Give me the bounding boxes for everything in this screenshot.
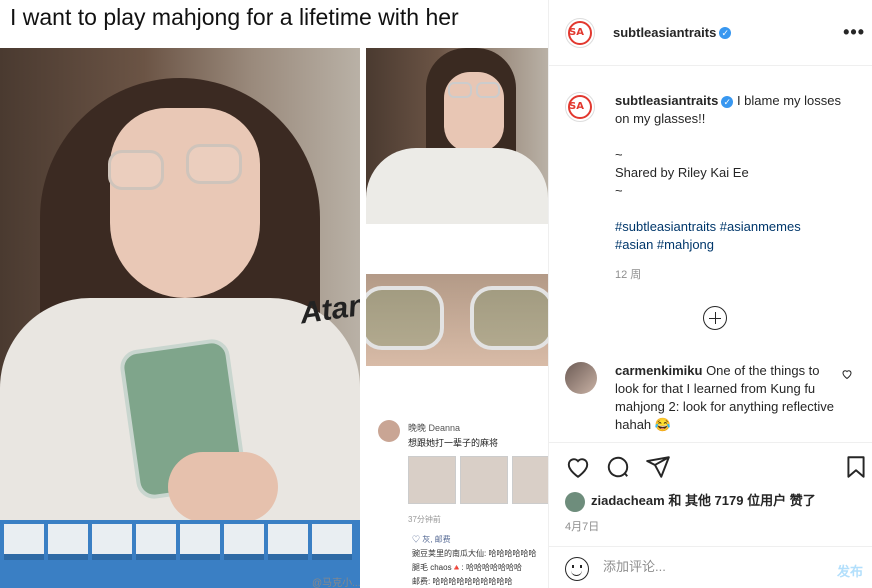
author-username[interactable]: subtleasiantraits — [613, 25, 716, 40]
screenshot-root: I want to play mahjong for a lifetime wi… — [0, 0, 872, 588]
post-comment-button[interactable]: 发布 — [837, 561, 863, 580]
emoji-smiley-icon[interactable] — [565, 557, 589, 581]
sweater-shape — [366, 148, 548, 224]
commenter-username[interactable]: carmenkimiku — [615, 363, 702, 378]
chat-screenshot: 晚晚 Deanna 想跟她打一辈子的麻将 37分钟前 ♡ 灰, 邮费 豌豆荚里的… — [366, 412, 548, 588]
avatar-logo-text: SA — [569, 27, 584, 38]
comment-bubble-icon[interactable] — [605, 454, 631, 480]
actions-divider — [549, 442, 872, 443]
hand-shape — [168, 452, 278, 522]
face-shape — [110, 108, 260, 298]
post-sidebar: SA subtleasiantraits ✓ ••• SA subtleasian… — [548, 0, 872, 588]
chat-thumbnail — [408, 456, 456, 504]
post-header: SA subtleasiantraits ✓ ••• — [549, 0, 872, 66]
save-bookmark-icon[interactable] — [843, 454, 869, 480]
like-heart-icon[interactable] — [565, 454, 591, 480]
caption-username[interactable]: subtleasiantraits — [615, 93, 718, 108]
more-options-icon[interactable]: ••• — [843, 22, 865, 43]
chat-message: 想跟她打一辈子的麻将 — [408, 438, 499, 448]
glasses-lens-right — [470, 286, 548, 350]
verified-badge-icon: ✓ — [721, 95, 734, 108]
liker-username[interactable]: ziadacheam — [591, 493, 665, 508]
comment-like-icon[interactable] — [841, 368, 853, 383]
mahjong-tile — [312, 524, 352, 560]
mahjong-tile — [92, 524, 132, 560]
load-more-comments-icon[interactable] — [703, 306, 727, 330]
glasses-lens-left — [366, 286, 444, 350]
main-photo: Atan — [0, 48, 360, 588]
caption-age: 12 周 — [615, 269, 642, 281]
comment: carmenkimiku One of the things to look f… — [615, 362, 841, 434]
header-author: subtleasiantraits ✓ — [613, 24, 732, 42]
comment-input[interactable] — [603, 559, 803, 574]
post-caption: subtleasiantraits ✓ I blame my losses on … — [615, 92, 855, 254]
post-date: 4月7日 — [565, 521, 600, 533]
mahjong-tile — [268, 524, 308, 560]
caption-hashtags[interactable]: #asian #mahjong — [615, 236, 855, 254]
mahjong-tile — [4, 524, 44, 560]
chat-timestamp: 37分钟前 — [408, 515, 441, 524]
photo-top-right — [366, 48, 548, 224]
caption-hashtags[interactable]: #subtleasiantraits #asianmemes — [615, 218, 855, 236]
glasses-lens-right — [476, 82, 500, 98]
avatar-logo-text: SA — [569, 101, 584, 112]
photo-glasses-closeup — [366, 274, 548, 366]
mahjong-tile — [136, 524, 176, 560]
chat-thumbnail — [512, 456, 548, 504]
chat-likes: ♡ 灰, 邮费 — [412, 535, 451, 544]
verified-badge-icon: ✓ — [719, 26, 732, 39]
share-send-icon[interactable] — [645, 454, 671, 480]
chat-reply: 邮费: 哈哈哈哈哈哈哈哈哈哈 — [412, 577, 513, 586]
comment-bar: 发布 — [549, 546, 872, 588]
commenter-avatar[interactable] — [565, 362, 597, 394]
meme-caption: I want to play mahjong for a lifetime wi… — [10, 4, 459, 30]
post-image[interactable]: I want to play mahjong for a lifetime wi… — [0, 0, 548, 588]
watermark: @马克小... — [312, 578, 361, 588]
likes-text: 和 其他 7179 位用户 赞了 — [668, 493, 816, 508]
mahjong-tile — [224, 524, 264, 560]
chat-username: 晚晚 Deanna — [408, 423, 461, 433]
glasses-lens-left — [448, 82, 472, 98]
author-avatar[interactable]: SA — [565, 18, 595, 48]
likes-summary[interactable]: ziadacheam 和 其他 7179 位用户 赞了 — [565, 490, 816, 512]
chat-reply: 腿毛 chaos🔺: 哈哈哈哈哈哈哈 — [412, 563, 522, 572]
caption-tilde: ~ — [615, 183, 623, 198]
chat-reply: 豌豆荚里的南瓜大仙: 哈哈哈哈哈哈 — [412, 549, 537, 558]
caption-tilde: ~ — [615, 147, 623, 162]
chat-thumbnail — [460, 456, 508, 504]
liker-avatar — [565, 491, 585, 512]
mahjong-tile — [48, 524, 88, 560]
caption-credit: Shared by Riley Kai Ee — [615, 165, 749, 180]
glasses-lens-left — [108, 150, 164, 190]
mahjong-tile — [180, 524, 220, 560]
chat-avatar — [378, 420, 400, 442]
glasses-lens-right — [186, 144, 242, 184]
caption-avatar[interactable]: SA — [565, 92, 595, 122]
